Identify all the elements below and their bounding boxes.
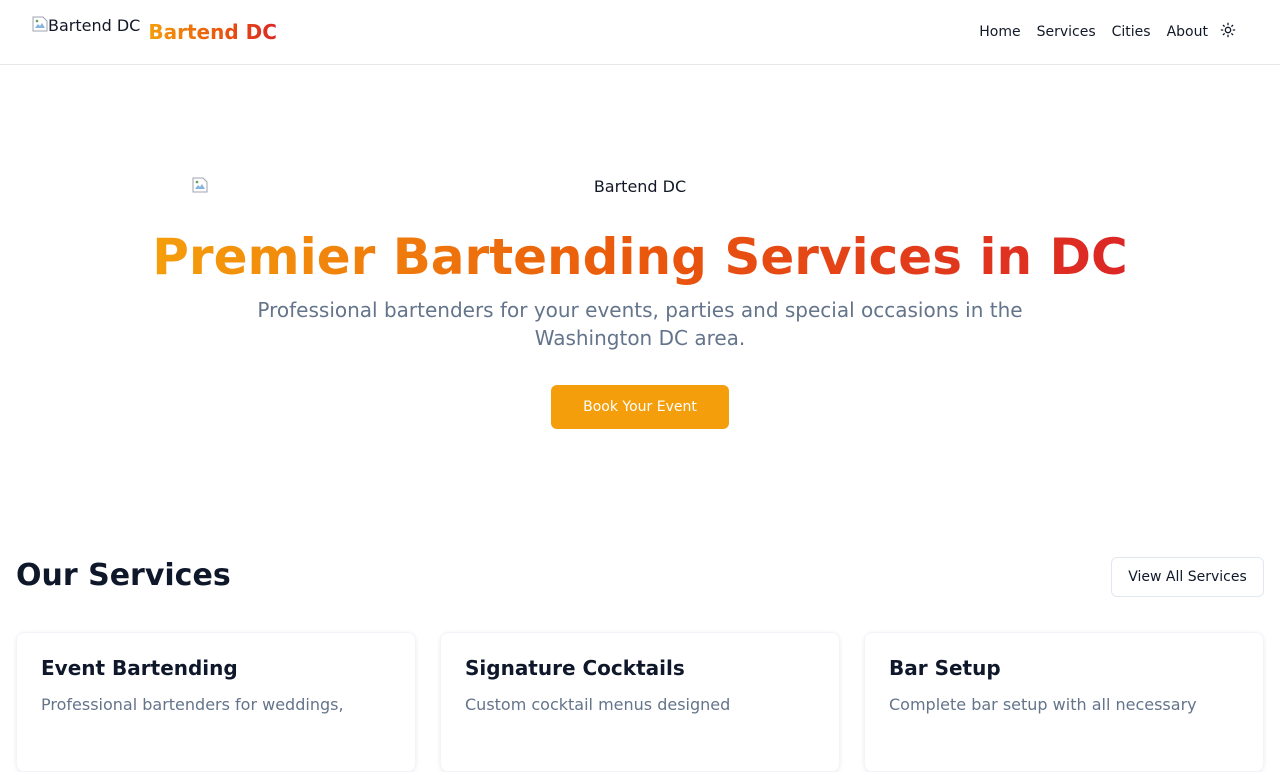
brand-logo: Bartend DC [32,16,140,48]
brand-home-link[interactable]: Bartend DC Bartend DC [32,16,277,48]
service-card-description: Complete bar setup with all necessary [889,695,1197,714]
brand-logo-alt-text: Bartend DC [48,16,141,35]
services-cards: Event Bartending Professional bartenders… [16,632,1264,772]
service-card-description: Professional bartenders for weddings, [41,695,344,714]
hero-title: Premier Bartending Services in DC [0,225,1280,289]
nav-link-about[interactable]: About [1167,20,1208,44]
theme-toggle-button[interactable] [1212,16,1244,48]
brand-name: Bartend DC [148,16,277,48]
service-card-signature-cocktails[interactable]: Signature Cocktails Custom cocktail menu… [440,632,840,772]
service-card-title: Event Bartending [41,656,238,680]
view-all-services-button[interactable]: View All Services [1111,557,1264,597]
hero-logo-alt-text: Bartend DC [593,177,687,196]
service-card-title: Signature Cocktails [465,656,685,680]
service-card-event-bartending[interactable]: Event Bartending Professional bartenders… [16,632,416,772]
site-header: Bartend DC Bartend DC Home Services Citi… [0,0,1280,65]
hero-section: Bartend DC Premier Bartending Services i… [0,65,1280,525]
service-card-title: Bar Setup [889,656,1001,680]
main-nav: Home Services Cities About [979,20,1208,44]
book-event-button[interactable]: Book Your Event [551,385,729,429]
nav-link-cities[interactable]: Cities [1112,20,1151,44]
hero-logo: Bartend DC [192,176,1088,198]
nav-link-home[interactable]: Home [979,20,1020,44]
broken-image-icon [192,177,208,193]
broken-image-icon [32,16,48,32]
services-heading: Our Services [16,558,231,593]
service-card-bar-setup[interactable]: Bar Setup Complete bar setup with all ne… [864,632,1264,772]
hero-subtitle: Professional bartenders for your events,… [257,298,1023,350]
nav-link-services[interactable]: Services [1037,20,1096,44]
service-card-description: Custom cocktail menus designed [465,695,731,714]
hero-title-text: Premier Bartending Services in DC [152,228,1128,286]
sun-icon [1220,22,1236,42]
